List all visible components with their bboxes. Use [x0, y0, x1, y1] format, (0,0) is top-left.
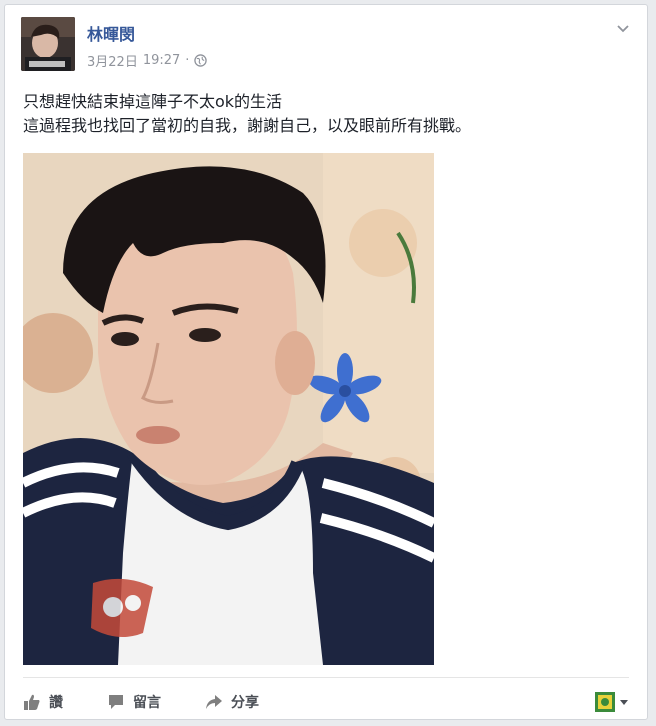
like-label: 讚: [49, 695, 63, 711]
caret-down-icon: [620, 700, 628, 705]
action-divider: [23, 677, 629, 678]
avatar[interactable]: [21, 17, 75, 71]
post-card: 林暉閔 3月22日 19:27 · 只想趕快結束掉這陣子不太ok的生活 這過程我…: [4, 4, 648, 720]
post-actions: 讚 留言 分享: [23, 685, 629, 719]
meta-separator: ·: [185, 53, 190, 68]
avatar-image: [21, 17, 75, 71]
post-date[interactable]: 3月22日: [87, 51, 138, 70]
selfie-image: [23, 153, 434, 665]
comment-label: 留言: [133, 695, 161, 711]
comment-button[interactable]: 留言: [107, 692, 161, 712]
page-avatar-icon: [595, 692, 615, 712]
post-body: 只想趕快結束掉這陣子不太ok的生活 這過程我也找回了當初的自我，謝謝自己，以及眼…: [23, 90, 629, 138]
author-name[interactable]: 林暉閔: [87, 21, 135, 45]
post-header: 林暉閔 3月22日 19:27 ·: [21, 17, 631, 77]
speech-bubble-icon: [109, 695, 123, 709]
globe-icon[interactable]: [194, 54, 208, 67]
post-time[interactable]: 19:27: [143, 53, 180, 68]
share-button[interactable]: 分享: [205, 692, 259, 712]
thumbs-up-icon: [24, 694, 40, 710]
chevron-down-icon[interactable]: [615, 21, 631, 37]
post-text-line-2: 這過程我也找回了當初的自我，謝謝自己，以及眼前所有挑戰。: [23, 116, 472, 135]
post-meta: 3月22日 19:27 ·: [87, 51, 208, 70]
post-photo[interactable]: [23, 153, 434, 665]
post-text-line-1: 只想趕快結束掉這陣子不太ok的生活: [23, 92, 283, 111]
share-arrow-icon: [206, 695, 222, 709]
like-button[interactable]: 讚: [23, 692, 63, 712]
audience-selector[interactable]: [595, 692, 629, 712]
share-label: 分享: [231, 695, 259, 711]
